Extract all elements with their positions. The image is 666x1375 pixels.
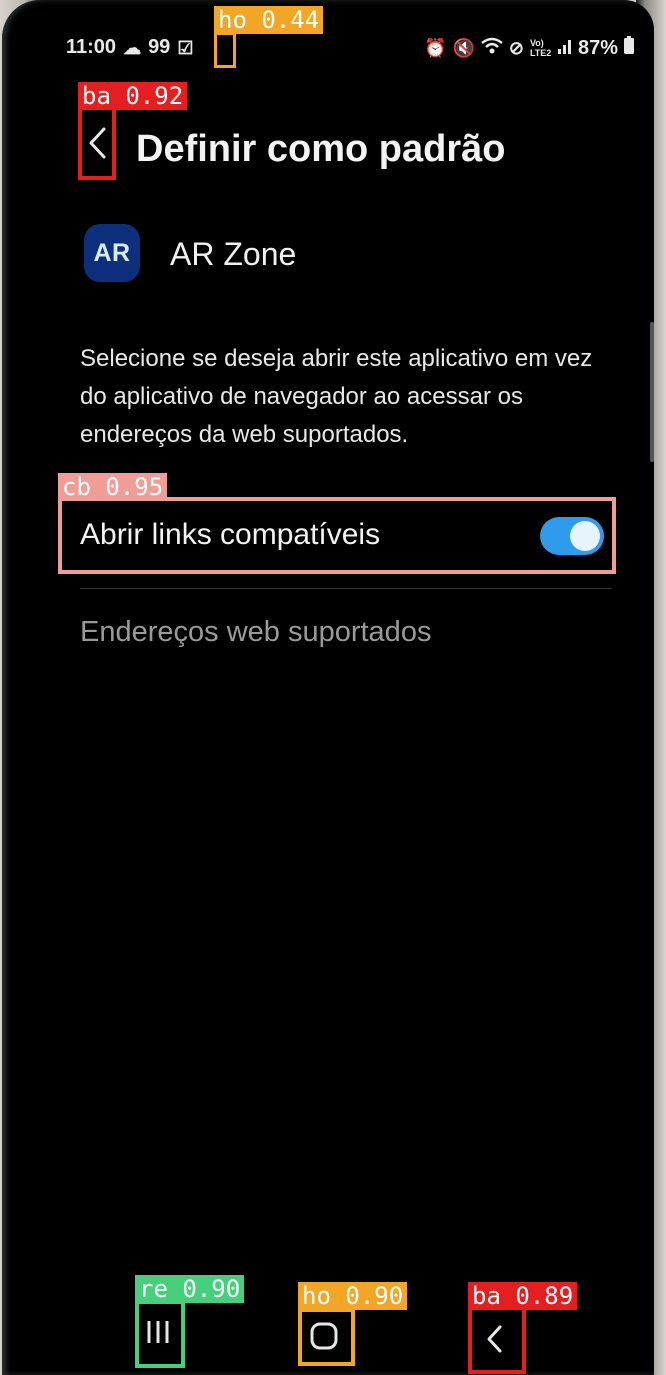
mute-icon: 🔇 [452, 38, 475, 58]
battery-percent: 87% [577, 36, 618, 59]
volte-label: Vo) LTE2 [529, 38, 552, 58]
scrollbar[interactable] [650, 322, 654, 462]
detection-box-recents [135, 1300, 185, 1368]
divider [80, 588, 612, 589]
app-icon-text: AR [93, 238, 131, 267]
status-time: 11:00 [66, 36, 117, 58]
page-title: Definir como padrão [136, 128, 506, 170]
battery-icon [624, 36, 634, 60]
app-icon: AR [84, 224, 140, 282]
detection-tag: ho 0.90 [298, 1282, 408, 1310]
detection-box-home-status [214, 32, 236, 68]
detection-box-home-nav [298, 1308, 355, 1366]
detection-box-checkbox [58, 497, 616, 574]
description-text: Selecione se deseja abrir este aplicativ… [80, 345, 593, 448]
supported-addresses-item[interactable]: Endereços web suportados [80, 616, 431, 649]
detection-tag: ba 0.92 [78, 82, 188, 110]
cloud-icon: ☁ [123, 37, 142, 58]
app-name: AR Zone [170, 236, 297, 272]
checkbox-icon: ☑ [177, 37, 194, 58]
status-notif-count: 99 [148, 36, 171, 58]
detection-tag: re 0.90 [135, 1275, 245, 1303]
dnd-icon: ⊘ [508, 38, 524, 58]
detection-box-back-nav [468, 1306, 526, 1374]
detection-tag: cb 0.95 [58, 473, 168, 501]
phone-screen: 11:00 ☁ 99 ☑ ⏰ 🔇 ⊘ Vo) LTE2 87% Definir … [2, 0, 654, 1375]
status-bar: 11:00 ☁ 99 ☑ ⏰ 🔇 ⊘ Vo) LTE2 87% [2, 32, 654, 66]
alarm-icon: ⏰ [424, 38, 447, 58]
detection-tag: ho 0.44 [214, 6, 324, 34]
detection-box-back-top [78, 106, 116, 180]
signal-icon [557, 37, 572, 60]
detection-tag: ba 0.89 [468, 1282, 578, 1310]
wifi-icon [481, 37, 503, 60]
